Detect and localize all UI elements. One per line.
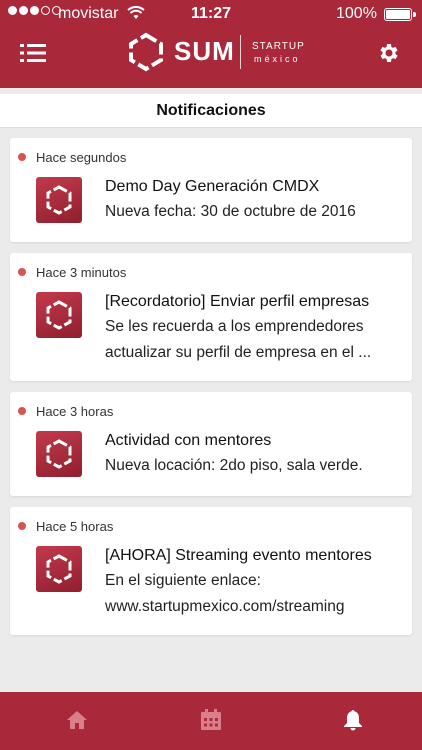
notification-title: [AHORA] Streaming evento mentores <box>105 547 372 564</box>
notification-body: Nueva fecha: 30 de octubre de 2016 <box>105 203 356 220</box>
logo-name: SUM <box>174 36 235 66</box>
notification-title: Demo Day Generación CMDX <box>105 178 320 195</box>
notification-time: Hace 3 minutos <box>36 265 127 280</box>
bottom-tab-bar <box>0 692 422 750</box>
notification-body: En el siguiente enlace: www.startupmexic… <box>105 572 345 615</box>
battery-percentage: 100% <box>336 5 377 22</box>
logo-divider <box>240 35 241 69</box>
notification-logo-icon <box>36 292 82 338</box>
logo-tagline-mexico: méxico <box>254 54 301 64</box>
notification-time: Hace segundos <box>36 150 127 165</box>
page-title-bar: Notificaciones <box>0 94 422 128</box>
unread-dot-icon <box>18 522 26 530</box>
logo-tagline-startup: STARTUP <box>252 41 305 52</box>
unread-dot-icon <box>18 153 26 161</box>
notification-time: Hace 3 horas <box>36 404 114 419</box>
notification-title: Actividad con mentores <box>105 432 272 449</box>
app-header: movistar 11:27 100% SUM STARTUP méxico <box>0 0 422 88</box>
hamburger-menu-icon[interactable] <box>20 42 46 64</box>
tab-notifications[interactable] <box>282 692 422 750</box>
notification-card[interactable]: Hace 3 horas Actividad con mentores Nuev… <box>10 392 412 496</box>
status-bar: movistar 11:27 100% <box>0 0 422 28</box>
page-title: Notificaciones <box>156 102 266 119</box>
battery-icon <box>384 8 416 21</box>
notification-card[interactable]: Hace 3 minutos [Recordatorio] Enviar per… <box>10 253 412 381</box>
calendar-icon <box>201 709 221 730</box>
gear-icon[interactable] <box>377 41 401 65</box>
home-icon <box>67 711 87 729</box>
notification-card[interactable]: Hace 5 horas [AHORA] Streaming evento me… <box>10 507 412 635</box>
notification-time: Hace 5 horas <box>36 519 114 534</box>
notification-body: Nueva locación: 2do piso, sala verde. <box>105 457 363 474</box>
notification-logo-icon <box>36 431 82 477</box>
notification-body: Se les recuerda a los emprendedores actu… <box>105 318 372 361</box>
notification-card[interactable]: Hace segundos Demo Day Generación CMDX N… <box>10 138 412 242</box>
unread-dot-icon <box>18 268 26 276</box>
unread-dot-icon <box>18 407 26 415</box>
tab-home[interactable] <box>5 692 145 750</box>
sum-logo-mark-icon <box>129 32 163 72</box>
app-logo: SUM STARTUP méxico <box>126 32 306 72</box>
notification-logo-icon <box>36 177 82 223</box>
notification-logo-icon <box>36 546 82 592</box>
bell-icon <box>344 710 362 731</box>
tab-calendar[interactable] <box>141 692 281 750</box>
notification-title: [Recordatorio] Enviar perfil empresas <box>105 293 370 310</box>
